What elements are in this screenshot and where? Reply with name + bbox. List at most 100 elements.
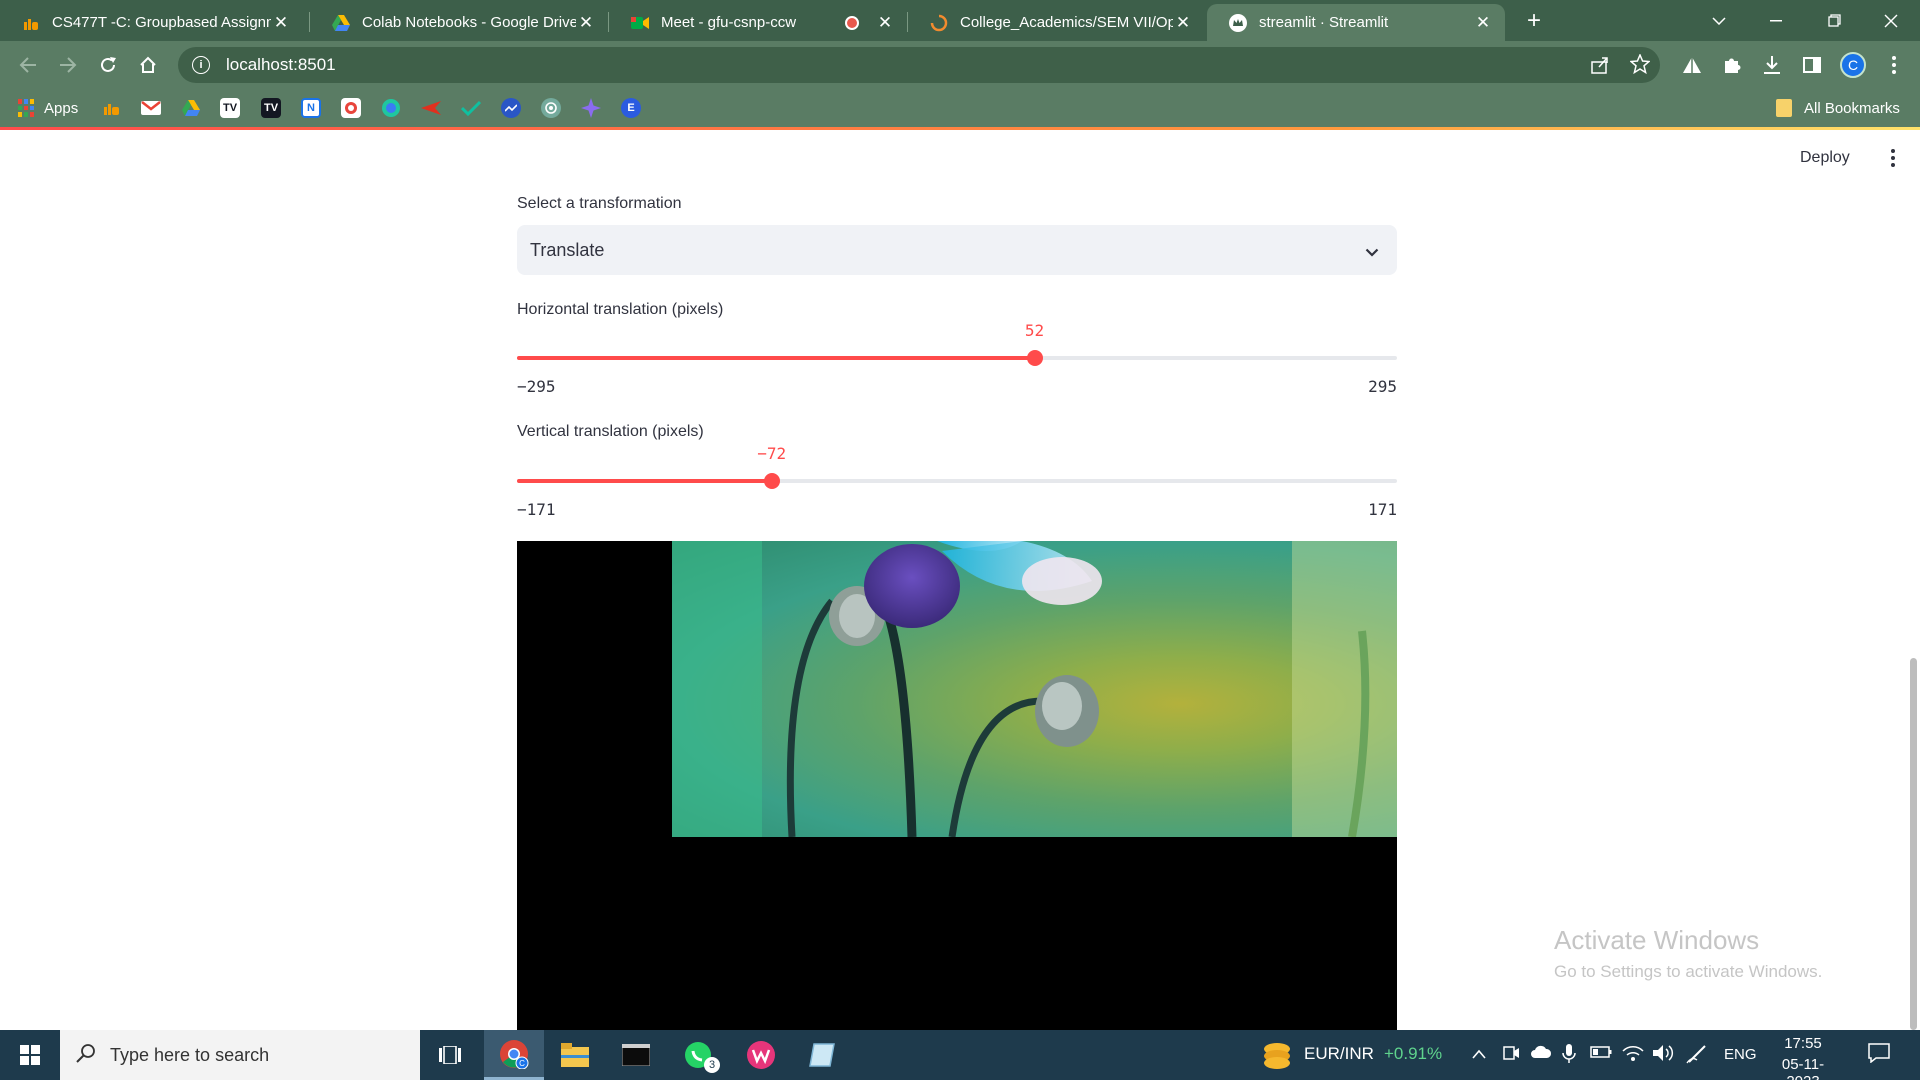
bookmark-e[interactable]: E (621, 98, 641, 118)
back-arrow-icon[interactable] (14, 51, 42, 79)
download-icon[interactable] (1758, 51, 1786, 79)
app-menu-icon[interactable] (1884, 147, 1902, 169)
tv-icon: TV (220, 98, 240, 118)
loading-spinner-icon (930, 14, 948, 32)
onedrive-cloud-icon[interactable] (1530, 1044, 1552, 1064)
wps-office-button[interactable] (731, 1030, 791, 1080)
apps-bookmark[interactable]: Apps (18, 98, 78, 118)
terminal-icon (622, 1044, 650, 1066)
bookmark-star-icon[interactable] (1629, 53, 1651, 79)
folder-icon (561, 1043, 589, 1067)
notification-center-icon[interactable] (1868, 1043, 1890, 1067)
meet-tray-icon[interactable] (1502, 1044, 1520, 1066)
wifi-icon[interactable] (1622, 1044, 1644, 1066)
notes-app-button[interactable] (792, 1030, 852, 1080)
taskbar-search[interactable]: Type here to search (60, 1030, 420, 1080)
drive-icon (181, 98, 201, 118)
slider-min: −295 (517, 377, 556, 396)
close-window-icon[interactable] (1862, 0, 1920, 41)
bookmark-flag[interactable] (421, 98, 441, 118)
battery-icon[interactable] (1590, 1044, 1612, 1064)
notion-icon: N (301, 98, 321, 118)
bookmark-drive[interactable] (181, 98, 201, 118)
all-bookmarks[interactable]: All Bookmarks (1776, 98, 1900, 118)
file-explorer-button[interactable] (545, 1030, 605, 1080)
bookmark-gmail[interactable] (141, 98, 161, 118)
terminal-button[interactable] (606, 1030, 666, 1080)
extension-triangle-icon[interactable] (1678, 51, 1706, 79)
sparkle-icon (581, 98, 601, 118)
bookmark-n[interactable] (102, 98, 122, 118)
pen-icon[interactable] (1686, 1044, 1708, 1068)
tab-groupbased-assignment[interactable]: CS477T -C: Groupbased Assignm ✕ (0, 4, 303, 41)
tv-dark-icon: TV (261, 98, 281, 118)
browser-menu-icon[interactable] (1880, 51, 1908, 79)
task-view-button[interactable] (420, 1030, 480, 1080)
bookmark-photos[interactable] (341, 98, 361, 118)
tab-streamlit[interactable]: streamlit · Streamlit ✕ (1207, 4, 1505, 41)
flag-icon (421, 98, 441, 118)
slider-thumb[interactable] (763, 473, 780, 489)
home-icon[interactable] (134, 51, 162, 79)
forward-arrow-icon[interactable] (54, 51, 82, 79)
activate-windows-title: Activate Windows (1554, 925, 1760, 955)
deploy-button[interactable]: Deploy (1800, 149, 1850, 167)
bookmark-notion[interactable]: N (301, 98, 321, 118)
bookmark-sparkle[interactable] (581, 98, 601, 118)
vertical-translation-slider[interactable]: −72 −171 171 (517, 444, 1397, 524)
horizontal-translation-slider[interactable]: 52 −295 295 (517, 321, 1397, 401)
activate-windows-subtitle: Go to Settings to activate Windows. (1554, 962, 1823, 981)
tab-search-chevron-icon[interactable] (1690, 0, 1748, 41)
clock-date[interactable]: 05-11-2023 (1766, 1056, 1840, 1090)
tab-college-academics[interactable]: College_Academics/SEM VII/Op ✕ (908, 4, 1205, 41)
windows-taskbar: Type here to search C 3 EUR/INR +0.91% E… (0, 1030, 1920, 1090)
address-bar[interactable]: i localhost:8501 (178, 47, 1660, 83)
close-tab-icon[interactable]: ✕ (271, 13, 291, 33)
new-tab-button[interactable]: + (1518, 6, 1550, 36)
bookmark-check[interactable] (461, 98, 481, 118)
recording-icon (845, 15, 859, 30)
url-text: localhost:8501 (226, 55, 336, 74)
flower-photo (672, 541, 1397, 837)
wps-icon (747, 1041, 775, 1069)
select-value: Translate (530, 239, 605, 260)
ticker-pair[interactable]: EUR/INR (1304, 1044, 1374, 1064)
bookmark-tv-dark[interactable]: TV (261, 98, 281, 118)
close-tab-icon[interactable]: ✕ (1473, 13, 1493, 33)
chrome-taskbar-button[interactable]: C (484, 1030, 544, 1080)
tray-chevron-up-icon[interactable] (1472, 1046, 1486, 1063)
slider-thumb[interactable] (1026, 350, 1043, 366)
restore-icon[interactable] (1805, 0, 1863, 41)
close-tab-icon[interactable]: ✕ (576, 13, 596, 33)
streamlit-crown-icon (1229, 13, 1247, 32)
site-info-icon[interactable]: i (192, 56, 210, 74)
microphone-icon[interactable] (1562, 1044, 1576, 1068)
task-view-icon (439, 1046, 461, 1064)
photos-icon (341, 98, 361, 118)
extensions-puzzle-icon[interactable] (1718, 51, 1746, 79)
volume-icon[interactable] (1652, 1044, 1674, 1066)
tab-meet[interactable]: Meet - gfu-csnp-ccw ✕ (609, 4, 907, 41)
reload-icon[interactable] (94, 51, 122, 79)
check-icon (461, 98, 481, 118)
bookmark-chatgpt[interactable] (541, 98, 561, 118)
n-logo-icon (22, 14, 40, 32)
close-tab-icon[interactable]: ✕ (1173, 13, 1193, 33)
tab-colab-notebooks[interactable]: Colab Notebooks - Google Drive ✕ (310, 4, 608, 41)
slider-max: 295 (1368, 377, 1397, 396)
page-scrollbar[interactable] (1910, 658, 1917, 1030)
transformation-select[interactable]: Translate (517, 225, 1397, 275)
bookmark-messenger[interactable] (501, 98, 521, 118)
start-button[interactable] (0, 1030, 60, 1080)
close-tab-icon[interactable]: ✕ (875, 13, 895, 33)
share-icon[interactable] (1590, 55, 1610, 80)
side-panel-icon[interactable] (1798, 51, 1826, 79)
minimize-icon[interactable] (1747, 0, 1805, 41)
clock-time[interactable]: 17:55 (1768, 1035, 1838, 1052)
bookmark-circle[interactable] (381, 98, 401, 118)
language-indicator[interactable]: ENG (1724, 1046, 1757, 1063)
profile-avatar[interactable]: C (1840, 52, 1866, 78)
whatsapp-button[interactable]: 3 (668, 1030, 728, 1080)
apps-label: Apps (44, 99, 79, 117)
bookmark-tv[interactable]: TV (220, 98, 240, 118)
